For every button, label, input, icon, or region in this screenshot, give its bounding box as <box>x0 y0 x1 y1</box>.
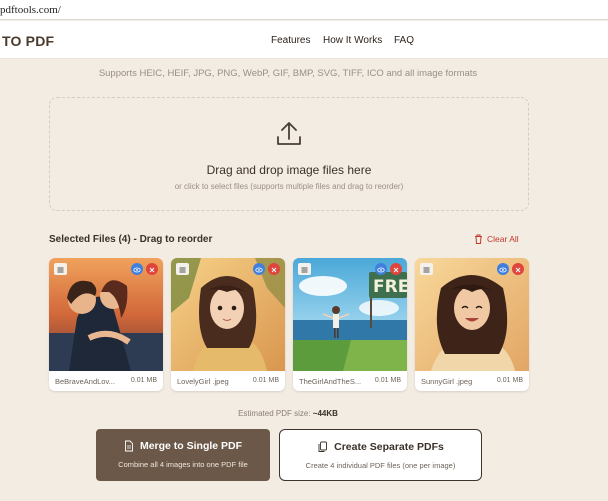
drag-handle-icon[interactable] <box>54 263 67 275</box>
file-size: 0.01 MB <box>130 377 157 384</box>
remove-icon[interactable] <box>512 263 524 275</box>
create-separate-pdfs-button[interactable]: Create Separate PDFs Create 4 individual… <box>279 429 482 481</box>
file-name: SunnyGirl .jpeg <box>421 377 473 386</box>
file-size: 0.01 MB <box>374 377 401 384</box>
nav-features[interactable]: Features <box>271 35 310 46</box>
trash-icon <box>475 234 482 244</box>
estimated-size-label: Estimated PDF size: <box>238 409 311 418</box>
url-text: pdftools.com/ <box>0 4 61 16</box>
remove-icon[interactable] <box>268 263 280 275</box>
drag-handle-icon[interactable] <box>298 263 311 275</box>
view-icon[interactable] <box>131 263 143 275</box>
merge-single-pdf-button[interactable]: Merge to Single PDF Combine all 4 images… <box>96 429 270 481</box>
document-icon <box>125 440 133 452</box>
upload-icon <box>277 122 301 145</box>
view-icon[interactable] <box>497 263 509 275</box>
view-icon[interactable] <box>375 263 387 275</box>
file-name: BeBraveAndLov... <box>55 377 115 386</box>
estimated-size-value: ~44KB <box>312 409 338 418</box>
separate-button-subtitle: Create 4 individual PDF files (one per i… <box>305 461 456 470</box>
dropzone[interactable]: Drag and drop image files here or click … <box>49 97 529 211</box>
nav-how-it-works[interactable]: How It Works <box>323 35 382 46</box>
separate-button-title: Create Separate PDFs <box>280 441 481 453</box>
file-card[interactable]: SunnyGirl .jpeg 0.01 MB <box>415 258 529 391</box>
address-bar[interactable]: pdftools.com/ <box>0 0 608 20</box>
remove-icon[interactable] <box>146 263 158 275</box>
file-name: TheGirlAndTheS... <box>299 377 362 386</box>
drag-handle-icon[interactable] <box>420 263 433 275</box>
file-card[interactable]: FREE TheGirlAndTheS... 0.01 MB <box>293 258 407 391</box>
drag-handle-icon[interactable] <box>176 263 189 275</box>
remove-icon[interactable] <box>390 263 402 275</box>
nav-faq[interactable]: FAQ <box>394 35 414 46</box>
file-size: 0.01 MB <box>496 377 523 384</box>
supported-formats-text: Supports HEIC, HEIF, JPG, PNG, WebP, GIF… <box>98 68 478 79</box>
selected-files-title: Selected Files (4) - Drag to reorder <box>49 234 213 245</box>
merge-button-title: Merge to Single PDF <box>96 440 270 452</box>
file-name: LovelyGirl .jpeg <box>177 377 229 386</box>
view-icon[interactable] <box>253 263 265 275</box>
file-size: 0.01 MB <box>252 377 279 384</box>
site-header: TO PDF Features How It Works FAQ <box>0 21 608 59</box>
copy-icon <box>318 441 328 452</box>
separate-button-label: Create Separate PDFs <box>334 441 444 453</box>
file-card[interactable]: LovelyGirl .jpeg 0.01 MB <box>171 258 285 391</box>
estimated-size: Estimated PDF size: ~44KB <box>0 409 576 418</box>
site-logo[interactable]: TO PDF <box>2 33 54 49</box>
file-card[interactable]: BeBraveAndLov... 0.01 MB <box>49 258 163 391</box>
dropzone-title: Drag and drop image files here <box>206 163 372 177</box>
dropzone-subtitle: or click to select files (supports multi… <box>174 182 404 191</box>
clear-all-button[interactable]: Clear All <box>474 234 519 244</box>
merge-button-subtitle: Combine all 4 images into one PDF file <box>118 460 248 469</box>
svg-text:FREE: FREE <box>373 277 407 297</box>
clear-all-label: Clear All <box>487 234 519 244</box>
merge-button-label: Merge to Single PDF <box>139 440 243 452</box>
